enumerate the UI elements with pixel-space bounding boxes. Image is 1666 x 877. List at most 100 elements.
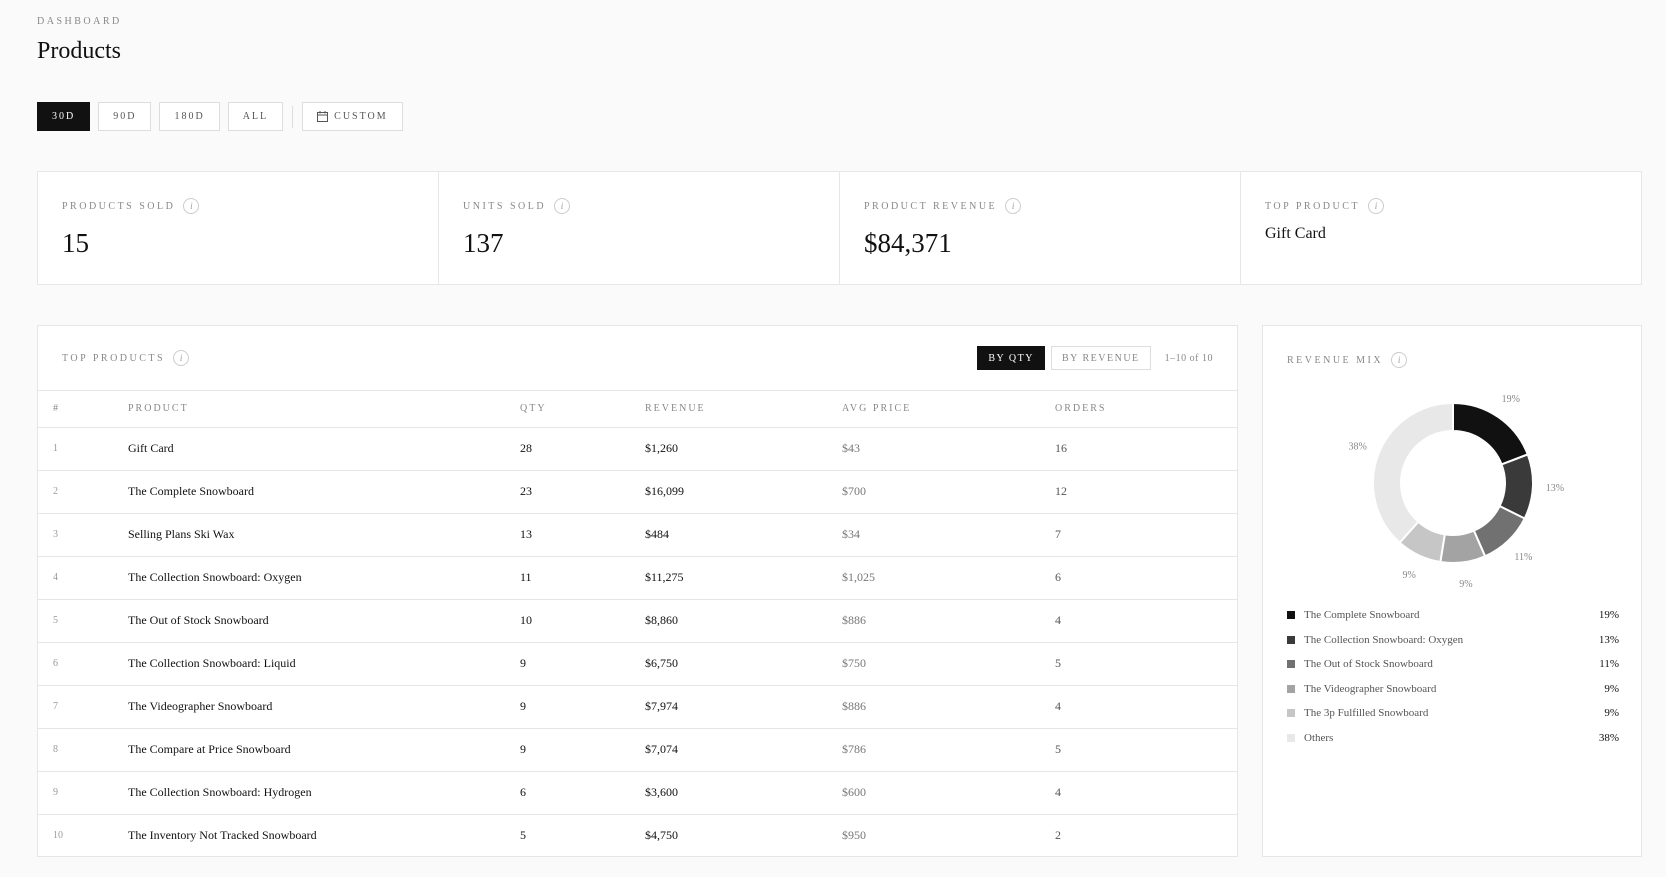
qty-cell: 5 [520,828,526,843]
qty-cell: 9 [520,728,645,772]
row-index: 7 [38,685,128,729]
product-name: The Collection Snowboard: Oxygen [128,556,520,600]
revenue-cell: $8,860 [645,599,842,643]
kpi-value: $84,371 [864,228,952,258]
qty-cell: 6 [520,771,645,815]
legend-percent: 11% [1599,658,1619,671]
table-row[interactable]: 5 The Out of Stock Snowboard 10 $8,860 $886 4 [38,599,1237,643]
kpi-label: PRODUCT REVENUE [864,200,998,212]
donut-slice[interactable] [1372,401,1454,545]
legend-item[interactable]: The Collection Snowboard: Oxygen 13% [1287,628,1619,653]
legend-item[interactable]: The Complete Snowboard 19% [1287,603,1619,628]
legend-item[interactable]: Others 38% [1287,726,1619,751]
avg-price-cell: $786 [842,728,1055,772]
top-products-title: TOP PRODUCTS [62,352,166,364]
product-name: The Collection Snowboard: Liquid [128,642,520,686]
kpi-value: 137 [463,228,504,258]
table-row[interactable]: 6 The Collection Snowboard: Liquid 9 $6,750… [38,642,1237,686]
legend-percent: 9% [1604,682,1619,695]
revenue-mix-card: REVENUE MIX i 19% 13% 11% 9% 9% 38% The Comple… [1262,325,1642,857]
legend-swatch [1287,709,1295,718]
avg-price-cell: $886 [842,685,1055,729]
revenue-cell: $7,074 [645,728,842,772]
avg-price-cell: $1,025 [842,556,1055,600]
row-index: 4 [38,556,128,600]
kpi-products-sold: PRODUCTS SOLD i 15 [38,172,439,284]
product-name: The Inventory Not Tracked Snowboard [128,828,317,843]
kpi-row: PRODUCTS SOLD i 15 UNITS SOLD i 137 PRODUC… [37,171,1642,285]
table-row[interactable]: 3 Selling Plans Ski Wax 13 $484 $34 7 [38,513,1237,557]
donut-slice[interactable] [1452,401,1530,466]
legend-item[interactable]: The Out of Stock Snowboard 11% [1287,652,1619,677]
revenue-cell: $7,974 [645,685,842,729]
legend-label: The Out of Stock Snowboard [1304,658,1433,671]
avg-price-cell: $34 [842,513,1055,557]
legend-swatch [1287,611,1295,620]
info-icon[interactable]: i [554,198,571,214]
table-row[interactable]: 4 The Collection Snowboard: Oxygen 11 $11,2… [38,556,1237,600]
donut-slice-label: 19% [1502,394,1520,405]
legend-item[interactable]: The 3p Fulfilled Snowboard 9% [1287,701,1619,726]
donut-slice-label: 13% [1546,483,1564,494]
table-row[interactable]: 9 The Collection Snowboard: Hydrogen 6 $3,6… [38,771,1237,815]
avg-price-cell: $750 [842,642,1055,686]
revenue-mix-legend: The Complete Snowboard 19% The Collection … [1287,603,1619,750]
table-row[interactable]: 8 The Compare at Price Snowboard 9 $7,074 $7… [38,728,1237,772]
info-icon[interactable]: i [1368,198,1385,214]
legend-swatch [1287,733,1295,742]
product-name: The Out of Stock Snowboard [128,599,520,643]
orders-cell: 6 [1055,556,1237,600]
row-index: 10 [53,830,63,842]
kpi-value: 15 [62,228,89,258]
orders-cell: 12 [1055,470,1237,514]
revenue-cell: $484 [645,513,842,557]
product-name: Gift Card [128,427,520,471]
orders-cell: 5 [1055,642,1237,686]
column-header-qty: QTY [520,391,645,428]
top-products-table: # PRODUCT QTY REVENUE AVG PRICE ORDERS 1… [38,391,1237,857]
info-icon[interactable]: i [183,198,200,214]
range-180d-button[interactable]: 180D [159,102,220,131]
qty-cell: 23 [520,470,645,514]
table-row[interactable]: 7 The Videographer Snowboard 9 $7,974 $886 4 [38,685,1237,729]
orders-cell: 4 [1055,685,1237,729]
kpi-value: Gift Card [1265,225,1326,242]
sort-by-revenue-button[interactable]: BY REVENUE [1050,346,1151,370]
table-row[interactable]: 1 Gift Card 28 $1,260 $43 16 [38,427,1237,471]
legend-label: The 3p Fulfilled Snowboard [1304,707,1429,720]
column-header-avg-price: AVG PRICE [842,391,1055,428]
orders-cell: 5 [1055,728,1237,772]
qty-cell: 10 [520,599,645,643]
revenue-cell: $6,750 [645,642,842,686]
range-90d-button[interactable]: 90D [98,102,152,131]
qty-cell: 9 [520,685,645,729]
row-index: 8 [38,728,128,772]
revenue-cell: $3,600 [645,771,842,815]
avg-price-cell: $700 [842,470,1055,514]
revenue-mix-donut: 19% 13% 11% 9% 9% 38% [1349,394,1565,590]
legend-item[interactable]: The Videographer Snowboard 9% [1287,677,1619,702]
product-name: The Videographer Snowboard [128,685,520,729]
legend-percent: 38% [1598,731,1619,744]
info-icon[interactable]: i [1005,198,1022,214]
kpi-top-product: TOP PRODUCT i Gift Card [1241,172,1641,284]
info-icon[interactable]: i [173,350,190,366]
orders-cell: 4 [1055,771,1237,815]
kpi-label: UNITS SOLD [463,200,547,212]
table-row[interactable]: 2 The Complete Snowboard 23 $16,099 $700 12 [38,470,1237,514]
avg-price-cell: $43 [842,427,1055,471]
legend-percent: 9% [1604,707,1619,720]
sort-by-qty-button[interactable]: BY QTY [977,346,1045,370]
legend-percent: 19% [1598,609,1619,622]
legend-swatch [1287,684,1295,693]
table-row[interactable]: 10 The Inventory Not Tracked Snowboard 5 $4… [38,814,1237,857]
range-30d-button[interactable]: 30D [37,102,91,131]
qty-cell: 9 [520,642,645,686]
custom-range-button[interactable]: CUSTOM [302,102,403,131]
kpi-product-revenue: PRODUCT REVENUE i $84,371 [840,172,1241,284]
range-all-button[interactable]: ALL [227,102,284,131]
orders-cell: 2 [1055,828,1061,843]
revenue-cell: $16,099 [645,470,842,514]
orders-cell: 16 [1055,427,1237,471]
page-eyebrow: DASHBOARD [37,16,122,27]
